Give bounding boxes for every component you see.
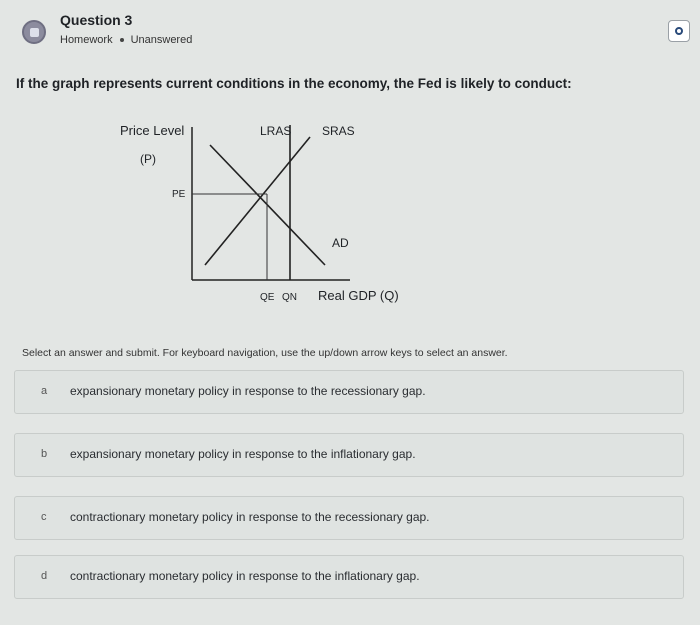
option-letter: b [41, 448, 48, 460]
option-letter: c [41, 511, 47, 523]
y-axis-sub: (P) [140, 152, 156, 166]
answer-option-d[interactable]: d contractionary monetary policy in resp… [14, 555, 684, 599]
question-category: Homework [60, 34, 113, 46]
options-button[interactable] [668, 20, 690, 42]
y-axis-label: Price Level [120, 123, 184, 138]
option-text: contractionary monetary policy in respon… [70, 569, 420, 583]
answer-instruction: Select an answer and submit. For keyboar… [22, 347, 508, 359]
separator-dot-icon [119, 38, 124, 42]
question-title: Question 3 [60, 12, 133, 28]
x-axis-label: Real GDP (Q) [318, 288, 399, 303]
price-level-marker: PE [172, 189, 186, 200]
answer-option-c[interactable]: c contractionary monetary policy in resp… [14, 496, 684, 540]
qn-tick-label: QN [282, 292, 297, 303]
answer-option-b[interactable]: b expansionary monetary policy in respon… [14, 433, 684, 477]
option-letter: a [41, 385, 48, 397]
question-type-icon [22, 20, 46, 44]
option-text: expansionary monetary policy in response… [70, 447, 416, 461]
as-ad-graph: Price Level (P) PE LRAS SRAS AD QE QN Re… [120, 123, 399, 303]
qe-tick-label: QE [260, 292, 275, 303]
lras-label: LRAS [260, 124, 291, 138]
option-letter: d [41, 570, 48, 582]
answer-option-a[interactable]: a expansionary monetary policy in respon… [14, 370, 684, 414]
question-header: Question 3 Homework Unanswered [0, 0, 700, 64]
sras-label: SRAS [322, 124, 355, 138]
ad-label: AD [332, 236, 349, 250]
question-meta: Homework Unanswered [60, 34, 192, 46]
option-text: contractionary monetary policy in respon… [70, 510, 430, 524]
option-text: expansionary monetary policy in response… [70, 384, 426, 398]
question-status: Unanswered [130, 34, 193, 46]
question-prompt: If the graph represents current conditio… [16, 76, 572, 91]
